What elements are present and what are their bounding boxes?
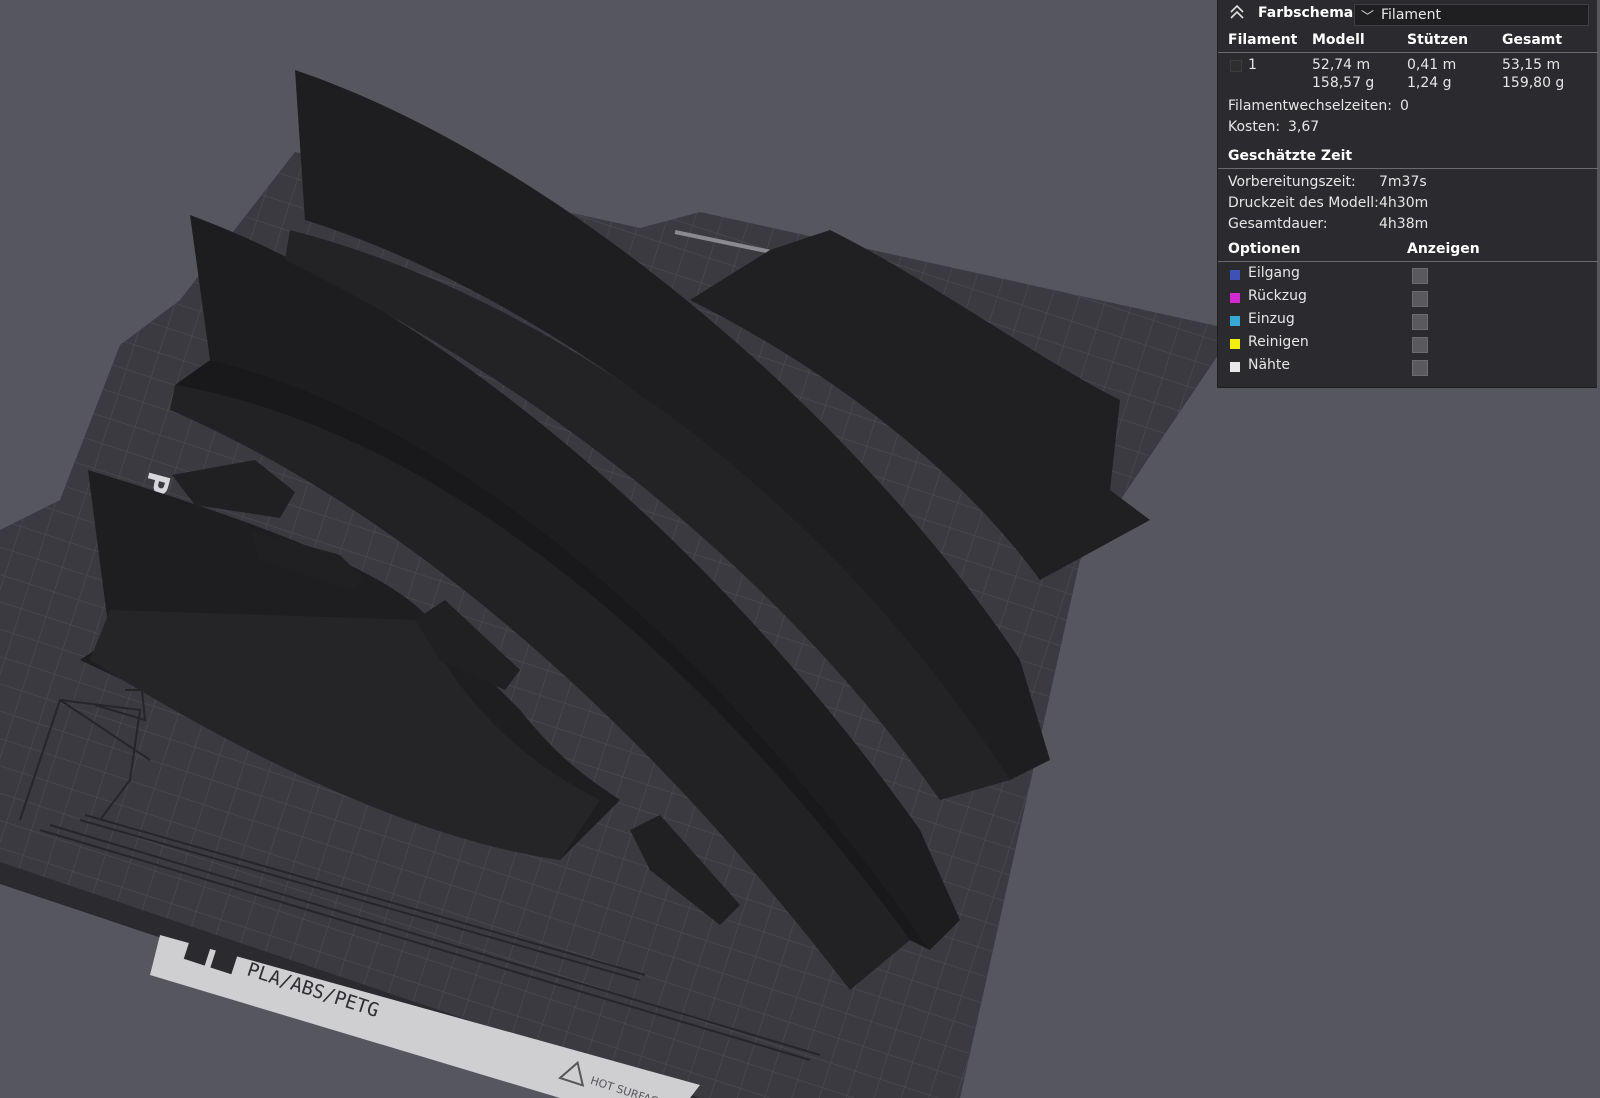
show-heading: Anzeigen bbox=[1407, 241, 1480, 257]
retract-color-swatch bbox=[1230, 293, 1240, 303]
filament-change-label: Filamentwechselzeiten: bbox=[1228, 98, 1392, 114]
cost-value: 3,67 bbox=[1288, 119, 1320, 135]
unretract-color-swatch bbox=[1230, 316, 1240, 326]
column-header-support: Stützen bbox=[1407, 32, 1469, 48]
column-header-model: Modell bbox=[1312, 32, 1365, 48]
filament-change-value: 0 bbox=[1400, 98, 1409, 114]
color-scheme-select[interactable]: ﹀ Filament bbox=[1354, 4, 1589, 26]
option-label: Nähte bbox=[1248, 357, 1291, 373]
total-weight: 159,80 g bbox=[1502, 75, 1565, 91]
retract-toggle-checkbox[interactable] bbox=[1412, 291, 1428, 307]
separator bbox=[1218, 168, 1598, 169]
column-header-total: Gesamt bbox=[1502, 32, 1563, 48]
seams-color-swatch bbox=[1230, 362, 1240, 372]
option-label: Reinigen bbox=[1248, 334, 1309, 350]
model-weight: 158,57 g bbox=[1312, 75, 1375, 91]
total-time-label: Gesamtdauer: bbox=[1228, 216, 1328, 232]
unretract-toggle-checkbox[interactable] bbox=[1412, 314, 1428, 330]
travel-toggle-checkbox[interactable] bbox=[1412, 268, 1428, 284]
legend-title: Farbschema bbox=[1258, 5, 1354, 21]
chevron-down-icon: ﹀ bbox=[1361, 10, 1375, 25]
total-length: 53,15 m bbox=[1502, 57, 1561, 73]
support-weight: 1,24 g bbox=[1407, 75, 1452, 91]
support-length: 0,41 m bbox=[1407, 57, 1457, 73]
separator bbox=[1218, 52, 1598, 53]
model-length: 52,74 m bbox=[1312, 57, 1371, 73]
option-label: Einzug bbox=[1248, 311, 1295, 327]
time-heading: Geschätzte Zeit bbox=[1228, 148, 1353, 164]
wipe-color-swatch bbox=[1230, 339, 1240, 349]
column-header-filament: Filament bbox=[1228, 32, 1298, 48]
color-scheme-value: Filament bbox=[1381, 7, 1442, 23]
cost-label: Kosten: bbox=[1228, 119, 1281, 135]
travel-color-swatch bbox=[1230, 270, 1240, 280]
prep-time-value: 7m37s bbox=[1379, 174, 1427, 190]
legend-panel: Farbschema ﹀ Filament Filament Modell St… bbox=[1217, 0, 1598, 388]
option-label: Rückzug bbox=[1248, 288, 1307, 304]
separator bbox=[1218, 261, 1598, 262]
seams-toggle-checkbox[interactable] bbox=[1412, 360, 1428, 376]
filament-color-swatch bbox=[1230, 60, 1242, 72]
wipe-toggle-checkbox[interactable] bbox=[1412, 337, 1428, 353]
collapse-icon[interactable] bbox=[1228, 4, 1246, 20]
option-label: Eilgang bbox=[1248, 265, 1300, 281]
model-time-label: Druckzeit des Modell: bbox=[1228, 195, 1379, 211]
filament-id: 1 bbox=[1248, 57, 1257, 73]
prep-time-label: Vorbereitungszeit: bbox=[1228, 174, 1356, 190]
total-time-value: 4h38m bbox=[1379, 216, 1429, 232]
model-time-value: 4h30m bbox=[1379, 195, 1429, 211]
options-heading: Optionen bbox=[1228, 241, 1301, 257]
